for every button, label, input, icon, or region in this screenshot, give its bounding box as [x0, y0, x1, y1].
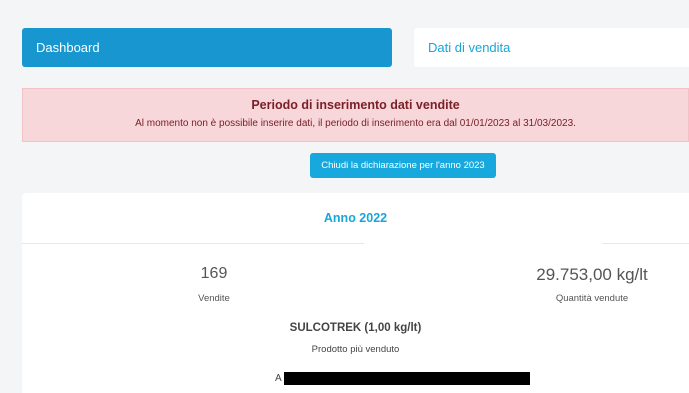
divider [602, 243, 689, 244]
sales-label: Vendite [198, 293, 230, 304]
sales-count: 169 [200, 265, 228, 282]
tab-sales-data-label: Dati di vendita [428, 40, 511, 55]
close-declaration-button[interactable]: Chiudi la dichiarazione per l'anno 2023 [310, 153, 496, 178]
tab-sales-data[interactable]: Dati di vendita [414, 28, 689, 67]
partial-text: A [275, 373, 282, 384]
card-title: Anno 2022 [323, 211, 388, 225]
year-summary-card: Anno 2022 169 Vendite 29.753,00 kg/lt Qu… [22, 193, 689, 393]
top-product: SULCOTREK (1,00 kg/lt) [289, 322, 422, 334]
quantity-label: Quantità vendute [555, 293, 629, 304]
alert-title: Periodo di inserimento dati vendite [251, 98, 460, 112]
alert-message: Al momento non è possibile inserire dati… [135, 118, 576, 129]
tab-dashboard[interactable]: Dashboard [22, 28, 392, 67]
quantity-sold: 29.753,00 kg/lt [536, 265, 648, 284]
divider [22, 243, 364, 244]
redaction-bar [284, 372, 530, 385]
alert-banner: Periodo di inserimento dati vendite Al m… [22, 88, 689, 142]
tab-dashboard-label: Dashboard [36, 40, 100, 55]
top-product-label: Prodotto più venduto [311, 344, 400, 355]
